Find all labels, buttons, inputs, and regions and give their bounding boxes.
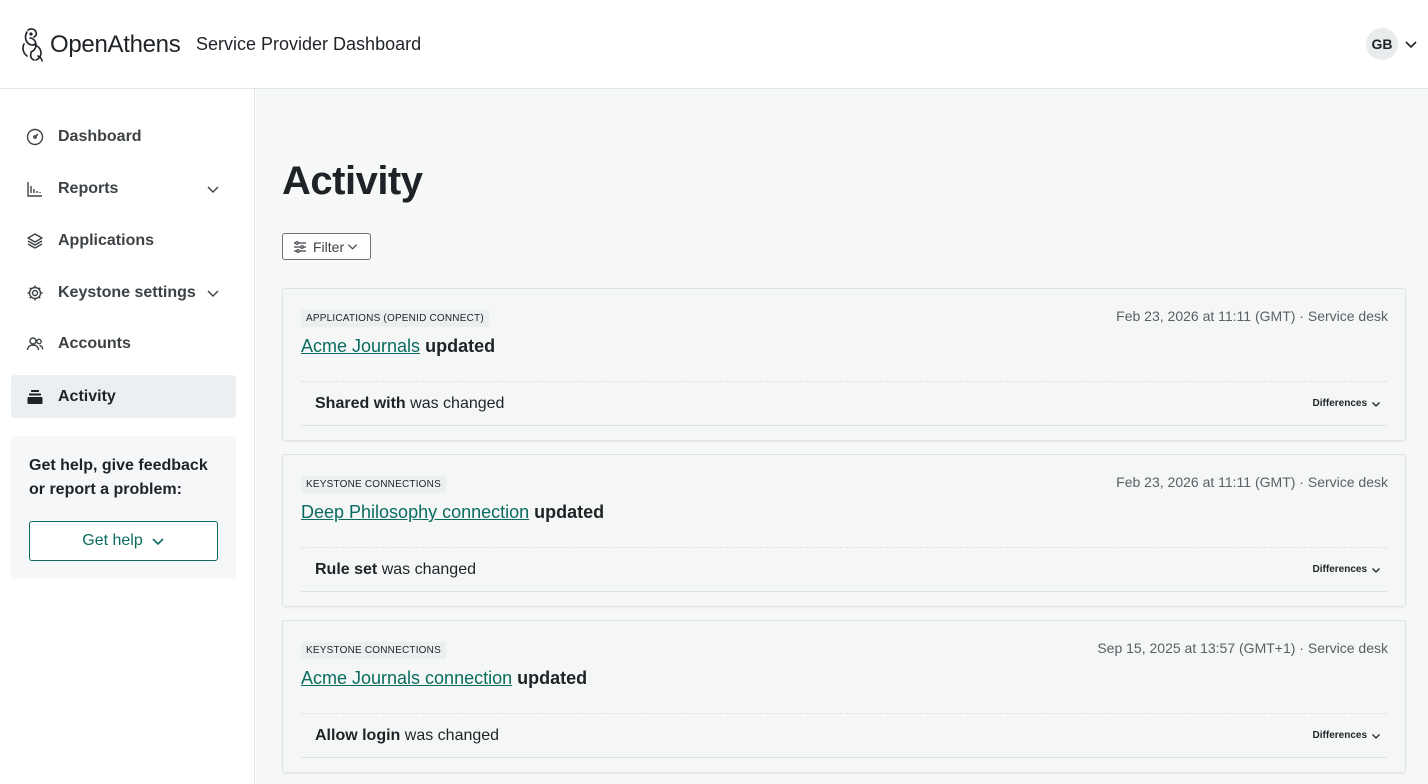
sidebar-item-label: Applications [58,231,155,249]
page-title: Activity [282,159,423,203]
sidebar-item-reports[interactable]: Reports [11,167,236,210]
activity-headline: Acme Journals connection updated [301,668,587,689]
sidebar-item-label: Dashboard [58,127,142,145]
differences-label: Differences [1312,730,1367,741]
users-icon [25,334,45,354]
activity-target-link[interactable]: Acme Journals [301,336,420,356]
help-panel: Get help, give feedback or report a prob… [11,436,236,578]
bar-chart-icon [25,179,45,199]
category-tag: KEYSTONE CONNECTIONS [301,642,446,659]
change-row: Shared with was changed Differences [301,382,1387,426]
openathens-logo[interactable]: OpenAthens [18,26,181,64]
chevron-down-icon [1372,401,1380,407]
differences-label: Differences [1312,564,1367,575]
layers-icon [25,231,45,251]
chevron-down-icon [1405,41,1417,49]
activity-headline: Deep Philosophy connection updated [301,502,604,523]
change-suffix: was changed [404,727,500,744]
sidebar-item-dashboard[interactable]: Dashboard [11,115,236,158]
sidebar-item-accounts[interactable]: Accounts [11,322,236,365]
main-content: Activity Filter APPLICATIONS (OPENID CON… [256,89,1428,784]
activity-card: APPLICATIONS (OPENID CONNECT) Feb 23, 20… [282,288,1406,441]
change-field: Allow login [315,727,401,744]
change-text: Allow login was changed [315,727,499,745]
activity-target-link[interactable]: Acme Journals connection [301,668,512,688]
gear-icon [25,283,45,303]
differences-toggle[interactable]: Differences [1313,564,1381,575]
change-row: Rule set was changed Differences [301,548,1387,592]
brand-name: OpenAthens [50,31,181,58]
sidebar-item-applications[interactable]: Applications [11,219,236,262]
sidebar-item-label: Keystone settings [58,283,196,301]
get-help-label: Get help [82,532,143,549]
activity-meta: Feb 23, 2026 at 11:11 (GMT) · Service de… [1116,308,1388,324]
activity-card: KEYSTONE CONNECTIONS Feb 23, 2026 at 11:… [282,454,1406,607]
activity-headline: Acme Journals updated [301,336,495,357]
change-field: Rule set [315,561,378,578]
category-tag: APPLICATIONS (OPENID CONNECT) [301,310,489,327]
filter-button[interactable]: Filter [282,233,371,260]
avatar: GB [1366,28,1398,60]
activity-meta: Feb 23, 2026 at 11:11 (GMT) · Service de… [1116,474,1388,490]
activity-meta: Sep 15, 2025 at 13:57 (GMT+1) · Service … [1097,640,1388,656]
chevron-down-icon [348,244,358,250]
category-tag: KEYSTONE CONNECTIONS [301,476,446,493]
activity-target-link[interactable]: Deep Philosophy connection [301,502,529,522]
sidebar: Dashboard Reports Applications Keystone … [0,89,255,784]
change-text: Rule set was changed [315,561,476,579]
get-help-button[interactable]: Get help [29,521,218,561]
differences-label: Differences [1312,398,1367,409]
sidebar-item-keystone-settings[interactable]: Keystone settings [11,271,236,314]
activity-card: KEYSTONE CONNECTIONS Sep 15, 2025 at 13:… [282,620,1406,773]
sidebar-item-label: Accounts [58,334,131,352]
user-menu[interactable]: GB [1366,28,1420,60]
change-suffix: was changed [381,561,476,578]
sliders-icon [294,240,306,253]
sidebar-item-label: Activity [58,387,116,405]
change-row: Allow login was changed Differences [301,714,1387,758]
activity-action: updated [517,668,588,688]
chevron-down-icon [1372,733,1380,739]
chevron-down-icon [207,186,219,193]
activity-action: updated [534,502,605,522]
chevron-down-icon [1372,567,1380,573]
chevron-down-icon [152,538,164,546]
change-text: Shared with was changed [315,395,504,413]
activity-action: updated [425,336,496,356]
help-text: Get help, give feedback or report a prob… [29,457,208,498]
app-header: OpenAthens Service Provider Dashboard GB [0,0,1428,89]
change-field: Shared with [315,395,406,412]
header-title: Service Provider Dashboard [196,34,422,54]
filter-label: Filter [313,238,345,255]
sidebar-item-activity[interactable]: Activity [11,375,236,418]
sidebar-item-label: Reports [58,179,119,197]
chevron-down-icon [207,290,219,297]
athena-owl-icon [22,28,43,62]
differences-toggle[interactable]: Differences [1313,398,1381,409]
differences-toggle[interactable]: Differences [1313,730,1381,741]
stack-icon [25,387,45,407]
dashboard-gauge-icon [25,127,45,147]
change-suffix: was changed [410,395,505,412]
